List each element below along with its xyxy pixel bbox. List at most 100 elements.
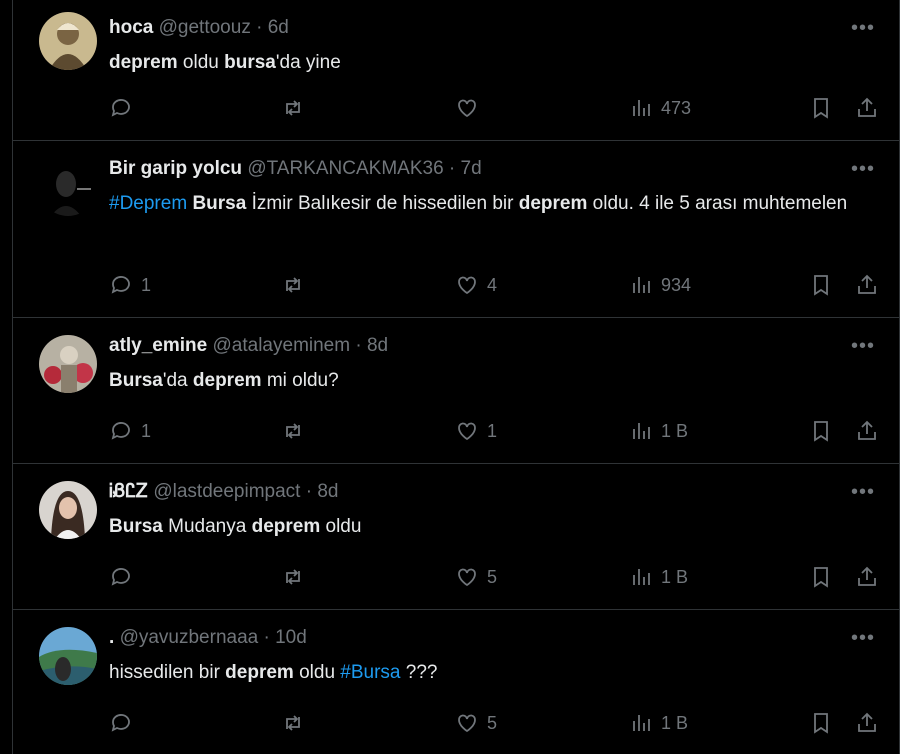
tweet-text: Bursa'da deprem mi oldu? — [109, 366, 869, 395]
timestamp[interactable]: 8d — [317, 481, 338, 502]
like-count: 1 — [487, 420, 498, 441]
highlighted-term: deprem — [225, 662, 294, 683]
highlighted-term: deprem — [251, 516, 321, 537]
retweet-button[interactable] — [281, 270, 305, 300]
views-icon — [633, 100, 650, 116]
reply-icon — [111, 99, 130, 117]
views-button[interactable]: 473 — [629, 93, 691, 123]
hashtag-link[interactable]: #Deprem — [109, 193, 187, 214]
like-button[interactable] — [455, 93, 487, 123]
views-icon — [633, 423, 650, 439]
timestamp[interactable]: 10d — [275, 627, 307, 648]
hashtag-link[interactable]: #Bursa — [340, 662, 400, 683]
bookmark-button[interactable] — [809, 93, 833, 123]
like-button[interactable]: 1 — [455, 416, 497, 446]
tweet-text: #Deprem Bursa İzmir Balıkesir de hissedi… — [109, 189, 869, 218]
share-button[interactable] — [855, 270, 879, 300]
heart-icon — [458, 99, 476, 118]
text-segment: ??? — [400, 662, 438, 683]
text-segment: İzmir Balıkesir de hissedilen bir — [246, 193, 519, 214]
tweet-text: Bursa Mudanya deprem oldu — [109, 512, 869, 541]
handle[interactable]: @gettoouz — [159, 17, 251, 38]
view-count: 1 B — [661, 566, 689, 587]
view-count: 1 B — [661, 420, 689, 441]
display-name[interactable]: . — [109, 627, 114, 648]
display-name[interactable]: hoca — [109, 17, 153, 38]
text-segment: oldu — [320, 516, 362, 537]
like-count: 4 — [487, 274, 498, 295]
like-button[interactable]: 5 — [455, 562, 497, 592]
text-segment: mi oldu? — [261, 370, 339, 391]
timestamp[interactable]: 8d — [367, 335, 388, 356]
timeline-feed: hoca @gettoouz · 6d ••• deprem oldu burs… — [12, 0, 900, 754]
text-segment: 'da — [162, 370, 193, 391]
reply-icon — [111, 568, 130, 586]
share-button[interactable] — [855, 416, 879, 446]
views-button[interactable]: 1 B — [629, 708, 688, 738]
views-icon — [633, 715, 650, 731]
views-button[interactable]: 1 B — [629, 562, 688, 592]
share-button[interactable] — [855, 562, 879, 592]
share-button[interactable] — [855, 708, 879, 738]
like-button[interactable]: 4 — [455, 270, 497, 300]
avatar[interactable] — [39, 158, 97, 216]
bookmark-icon — [814, 275, 828, 296]
more-icon[interactable]: ••• — [851, 17, 875, 40]
avatar[interactable] — [39, 12, 97, 70]
tweet-text: hissedilen bir deprem oldu #Bursa ??? — [109, 658, 869, 687]
avatar[interactable] — [39, 335, 97, 393]
tweet[interactable]: atly_emine @atalayeminem · 8d ••• Bursa'… — [13, 318, 899, 464]
reply-icon — [111, 276, 130, 294]
action-bar: 5 1 B — [109, 708, 879, 738]
bookmark-button[interactable] — [809, 270, 833, 300]
retweet-button[interactable] — [281, 562, 305, 592]
views-icon — [633, 569, 650, 585]
share-button[interactable] — [855, 93, 879, 123]
handle[interactable]: @yavuzbernaaa — [120, 627, 259, 648]
tweet[interactable]: hoca @gettoouz · 6d ••• deprem oldu burs… — [13, 0, 899, 141]
avatar[interactable] — [39, 627, 97, 685]
reply-button[interactable] — [109, 708, 141, 738]
reply-button[interactable] — [109, 93, 141, 123]
handle[interactable]: @TARKANCAKMAK36 — [247, 158, 443, 179]
highlighted-term: Bursa — [109, 516, 163, 537]
views-button[interactable]: 934 — [629, 270, 691, 300]
text-segment: oldu — [293, 662, 341, 683]
action-bar: 473 — [109, 93, 879, 123]
more-icon[interactable]: ••• — [851, 481, 875, 504]
handle[interactable]: @atalayeminem — [213, 335, 351, 356]
display-name[interactable]: ᎥᏰᏝᏃ — [109, 481, 148, 502]
retweet-button[interactable] — [281, 416, 305, 446]
heart-icon — [458, 276, 476, 295]
separator-dot: · — [256, 17, 268, 38]
text-segment: hissedilen bir — [109, 662, 226, 683]
reply-button[interactable] — [109, 562, 141, 592]
bookmark-button[interactable] — [809, 416, 833, 446]
reply-icon — [111, 422, 130, 440]
display-name[interactable]: Bir garip yolcu — [109, 158, 242, 179]
reply-button[interactable]: 1 — [109, 416, 151, 446]
tweet[interactable]: Bir garip yolcu @TARKANCAKMAK36 · 7d •••… — [13, 141, 899, 318]
timestamp[interactable]: 6d — [268, 17, 289, 38]
tweet[interactable]: ᎥᏰᏝᏃ @lastdeepimpact · 8d ••• Bursa Muda… — [13, 464, 899, 610]
more-icon[interactable]: ••• — [851, 335, 875, 358]
tweet[interactable]: . @yavuzbernaaa · 10d ••• hissedilen bir… — [13, 610, 899, 754]
retweet-button[interactable] — [281, 708, 305, 738]
highlighted-term: Bursa — [192, 193, 247, 214]
like-count: 5 — [487, 712, 498, 733]
avatar[interactable] — [39, 481, 97, 539]
bookmark-icon — [814, 567, 828, 588]
handle[interactable]: @lastdeepimpact — [153, 481, 300, 502]
timestamp[interactable]: 7d — [461, 158, 482, 179]
bookmark-button[interactable] — [809, 708, 833, 738]
retweet-button[interactable] — [281, 93, 305, 123]
like-button[interactable]: 5 — [455, 708, 497, 738]
views-button[interactable]: 1 B — [629, 416, 688, 446]
more-icon[interactable]: ••• — [851, 627, 875, 650]
display-name[interactable]: atly_emine — [109, 335, 207, 356]
text-segment: oldu — [177, 52, 225, 73]
retweet-icon — [286, 100, 300, 116]
bookmark-button[interactable] — [809, 562, 833, 592]
more-icon[interactable]: ••• — [851, 158, 875, 181]
reply-button[interactable]: 1 — [109, 270, 151, 300]
